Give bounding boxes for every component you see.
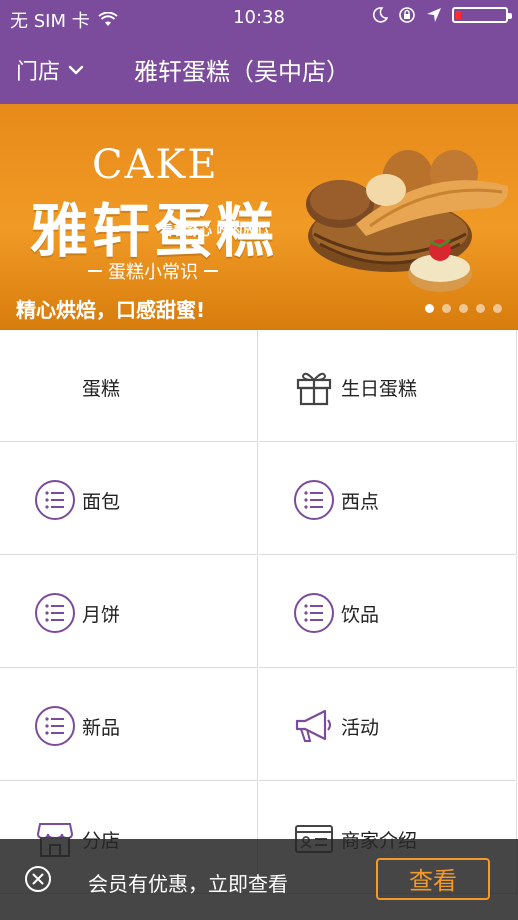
banner-cake-text: CAKE — [92, 142, 219, 188]
divider — [88, 270, 102, 272]
category-item[interactable]: 面包 — [0, 443, 258, 555]
status-bar: 无 SIM 卡 10:38 — [0, 0, 518, 34]
page-title: 雅轩蛋糕（吴中店） — [134, 58, 350, 86]
gift-icon — [293, 366, 335, 408]
category-label: 蛋糕 — [82, 378, 121, 400]
category-label: 生日蛋糕 — [341, 378, 418, 400]
close-icon[interactable] — [24, 865, 52, 893]
banner-knowledge: 蛋糕小常识 — [88, 258, 218, 284]
location-arrow-icon — [427, 8, 441, 22]
store-selector[interactable]: 门店 — [16, 54, 84, 86]
store-label: 门店 — [16, 60, 61, 85]
page-dot[interactable] — [476, 304, 485, 313]
rotation-lock-icon — [399, 7, 415, 23]
page-dot[interactable] — [493, 304, 502, 313]
category-label: 新品 — [82, 717, 121, 739]
chevron-down-icon — [68, 65, 84, 75]
megaphone-icon — [293, 705, 335, 747]
battery-icon — [452, 7, 512, 23]
banner-caption: 精心烘焙，口感甜蜜! — [16, 298, 206, 322]
promo-message: 会员有优惠，立即查看 — [88, 872, 288, 896]
member-promo-bar: 会员有优惠，立即查看 查看 — [0, 839, 518, 920]
category-item[interactable]: 蛋糕 — [0, 330, 258, 442]
category-item[interactable]: 活动 — [259, 669, 517, 781]
page-dot[interactable] — [442, 304, 451, 313]
moon-icon — [372, 7, 388, 23]
category-item[interactable]: 生日蛋糕 — [259, 330, 517, 442]
divider — [204, 270, 218, 272]
category-label: 面包 — [82, 491, 121, 513]
list-icon — [293, 479, 335, 521]
category-label: 西点 — [341, 491, 380, 513]
page-dot[interactable] — [459, 304, 468, 313]
banner-slogan: 看着舒心 吃的放心 — [160, 224, 269, 239]
category-label: 月饼 — [82, 604, 121, 626]
promo-banner[interactable]: CAKE 雅轩蛋糕 看着舒心 吃的放心 蛋糕小常识 精心烘焙，口感甜蜜! — [0, 104, 518, 330]
list-icon — [34, 479, 76, 521]
page-dot[interactable] — [425, 304, 434, 313]
list-icon — [293, 592, 335, 634]
page-indicator[interactable] — [425, 304, 502, 313]
status-right — [372, 6, 512, 24]
banner-knowledge-text: 蛋糕小常识 — [108, 262, 198, 283]
bread-basket-image — [306, 150, 509, 292]
category-label: 活动 — [341, 717, 380, 739]
category-item[interactable]: 西点 — [259, 443, 517, 555]
navigation-bar: 门店 雅轩蛋糕（吴中店） — [0, 34, 518, 104]
view-button[interactable]: 查看 — [376, 858, 490, 900]
category-label: 饮品 — [341, 604, 380, 626]
list-icon — [34, 592, 76, 634]
category-item[interactable]: 月饼 — [0, 556, 258, 668]
category-item[interactable]: 新品 — [0, 669, 258, 781]
list-icon — [34, 705, 76, 747]
category-item[interactable]: 饮品 — [259, 556, 517, 668]
